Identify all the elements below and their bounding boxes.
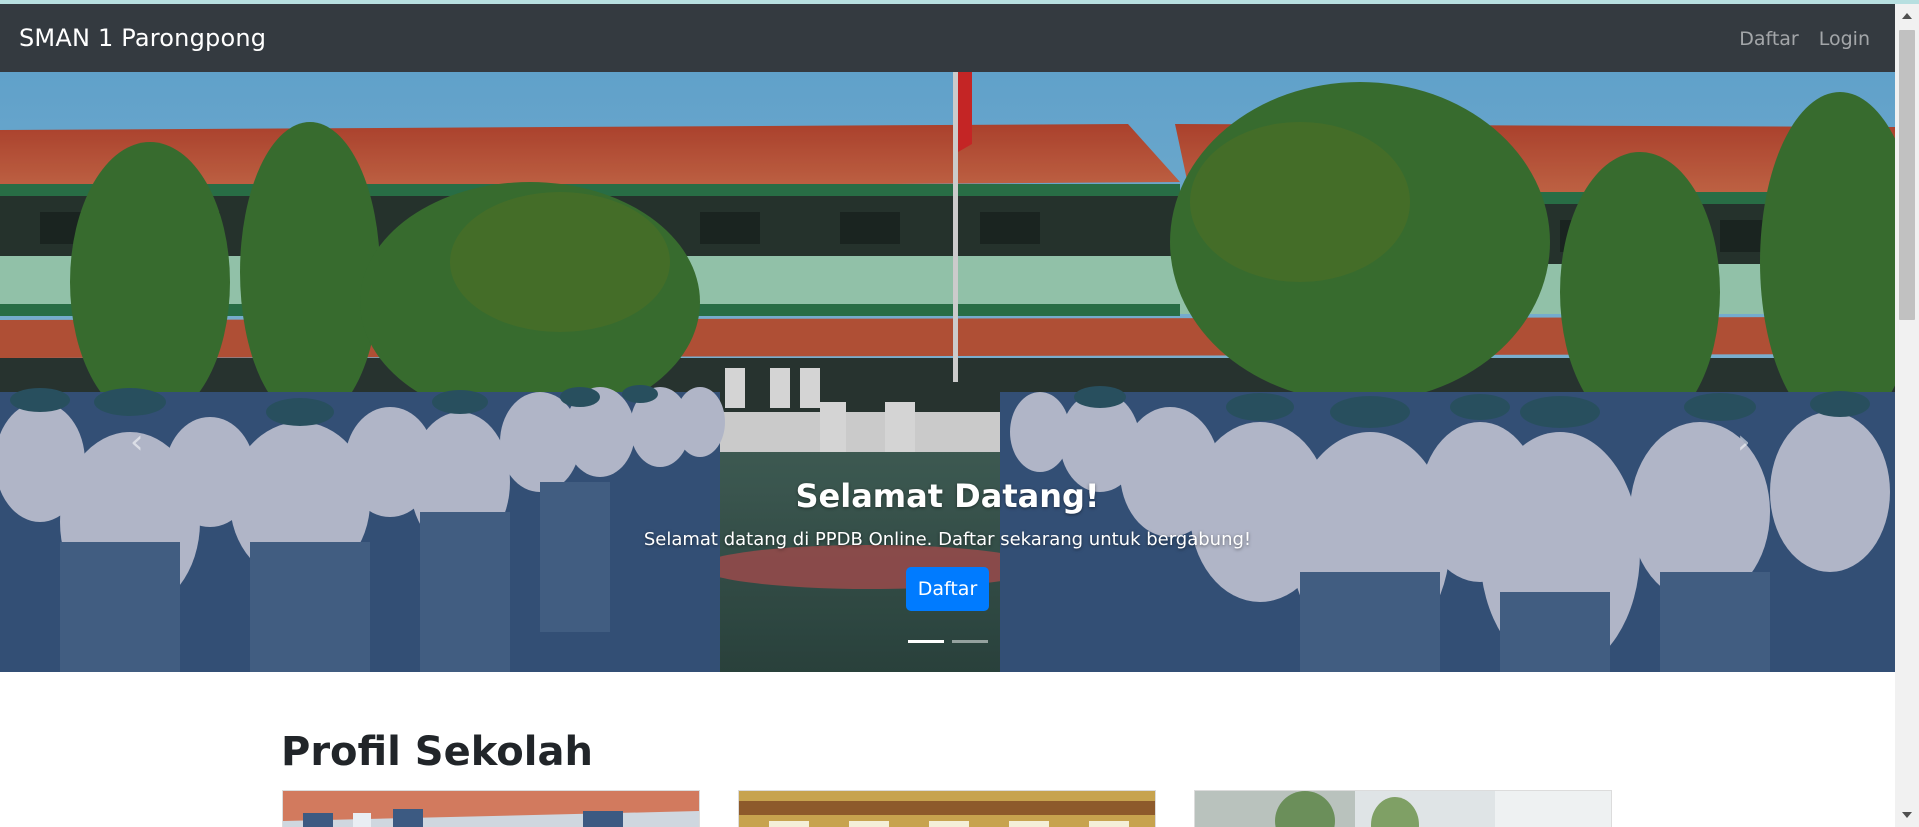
nav-link-login[interactable]: Login (1819, 28, 1870, 50)
profil-card-2-image (739, 791, 1155, 827)
triangle-up-icon[interactable] (1895, 4, 1919, 28)
navbar: SMAN 1 Parongpong Daftar Login (0, 4, 1895, 72)
carousel-caption: Selamat Datang! Selamat datang di PPDB O… (0, 477, 1895, 611)
profil-card-1-image (283, 791, 699, 827)
vertical-scrollbar[interactable] (1895, 4, 1919, 827)
page-viewport: SMAN 1 Parongpong Daftar Login ‹ › Selam… (0, 4, 1895, 827)
profil-card-1[interactable] (282, 790, 700, 827)
triangle-down-icon[interactable] (1895, 803, 1919, 827)
caption-title: Selamat Datang! (795, 477, 1100, 515)
carousel-indicators (0, 640, 1895, 643)
nav-link-daftar[interactable]: Daftar (1739, 28, 1799, 50)
carousel-indicator-1[interactable] (907, 640, 944, 643)
nav-links: Daftar Login (1739, 28, 1870, 50)
scrollbar-thumb[interactable] (1899, 30, 1915, 320)
carousel-prev-control[interactable]: ‹ (130, 422, 144, 462)
carousel-next-control[interactable]: › (1737, 422, 1751, 462)
brand[interactable]: SMAN 1 Parongpong (19, 24, 266, 52)
hero-carousel: ‹ › Selamat Datang! Selamat datang di PP… (0, 72, 1895, 672)
daftar-button[interactable]: Daftar (906, 567, 989, 611)
profil-card-2[interactable] (738, 790, 1156, 827)
profil-section-title: Profil Sekolah (281, 729, 593, 775)
carousel-indicator-2[interactable] (951, 640, 988, 643)
caption-text: Selamat datang di PPDB Online. Daftar se… (643, 529, 1252, 550)
profil-card-3[interactable] (1194, 790, 1612, 827)
profil-card-3-image (1195, 791, 1611, 827)
